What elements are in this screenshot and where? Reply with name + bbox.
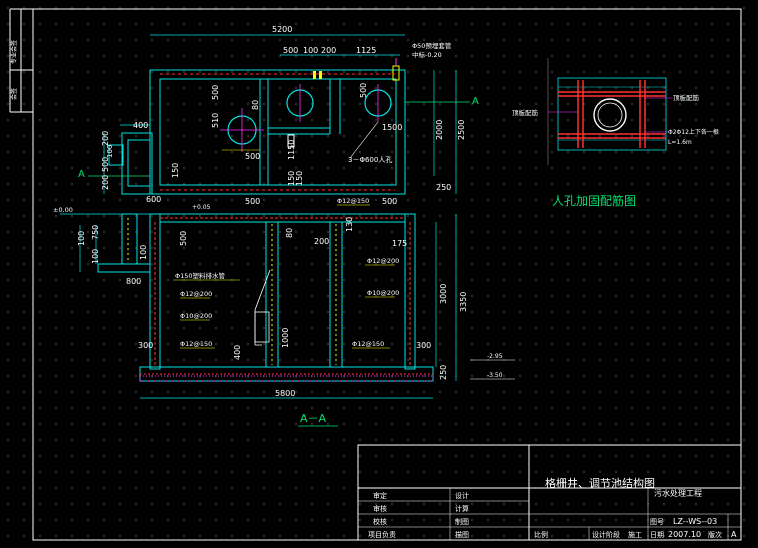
section-dim-750: 750 — [91, 225, 100, 240]
section-dim-5800: 5800 — [275, 389, 295, 398]
plan-dim-seg2: 100 — [303, 46, 318, 55]
detail-label-right: 顶板配筋 — [673, 93, 700, 102]
section-elev-b: -2.95 — [487, 353, 503, 360]
plan-dim-total: 5200 — [272, 25, 292, 34]
plan-pipe-note2: 中标-0.20 — [412, 50, 442, 59]
plan-dim-80: 80 — [251, 100, 260, 110]
tb-row-left-3: 项目负责 — [368, 530, 396, 539]
side-strip-label-2: 会签 — [10, 88, 18, 100]
plan-dim-500b: 500 — [359, 83, 368, 98]
plan-dim-1150: 1150 — [287, 140, 296, 160]
section-elev-top: ±0.00 — [53, 206, 73, 214]
section-dim-300: 300 — [138, 341, 153, 350]
section-pipe-label: Φ150塑料排水管 — [175, 271, 226, 280]
section-elev-a: +0.05 — [192, 204, 211, 211]
section-dim-800: 800 — [126, 277, 141, 286]
tb-row-left-0: 审定 — [373, 491, 387, 500]
section-rebar-7: Φ12@200 — [367, 257, 399, 265]
tb-row-mid-2: 制图 — [455, 517, 469, 526]
section-mark-left: A — [78, 169, 85, 180]
title-block: 审定 审核 校核 项目负责 设计 计算 制图 描图 格栅井、调节池结构图 污水处… — [357, 444, 742, 541]
plan-dim-seg4: 1125 — [356, 46, 376, 55]
plan-dim-500-left: 500 — [101, 157, 110, 172]
tb-drawing-title: 格栅井、调节池结构图 — [545, 476, 655, 490]
section-rebar-5: Φ12@150 — [180, 340, 212, 348]
plan-dim-500c: 500 — [245, 152, 260, 161]
tb-row-mid-3: 描图 — [455, 530, 469, 539]
plan-dim-width-outer: 2500 — [457, 120, 466, 140]
plan-manhole-note: 3－Φ600人孔 — [348, 156, 392, 164]
detail-label-left: 顶板配筋 — [512, 108, 539, 117]
tb-drawing-no-label: 图号 — [650, 518, 664, 526]
plan-dim-150c: 150 — [295, 171, 304, 186]
plan-pipe-note: Φ50预埋套管 — [412, 41, 452, 50]
section-dim-500c: 500 — [179, 231, 188, 246]
section-rebar-6: Φ12@150 — [352, 340, 384, 348]
side-strip-label-1: 专业会签 — [10, 40, 18, 64]
plan-view: 5200 500 100 200 1125 Φ50预埋套管 中标-0.20 25… — [78, 25, 479, 195]
section-dim-1000: 1000 — [281, 328, 290, 348]
tb-scale-label: 比例 — [534, 530, 548, 539]
section-rebar-4: Φ10@200 — [180, 312, 212, 320]
plan-dim-200: 200 — [101, 131, 110, 146]
section-dim-100: 100 — [77, 231, 86, 246]
plan-dim-seg3: 200 — [321, 46, 336, 55]
cad-drawing-canvas: 专业会签 会签 5200 500 100 200 1125 Φ50预埋套管 中标… — [0, 0, 758, 548]
section-rebar-top: Φ12@150 — [337, 197, 369, 205]
plan-dim-400: 400 — [133, 121, 148, 130]
tb-stage: 施工 — [628, 530, 642, 539]
plan-dim-100: 100 — [106, 145, 114, 158]
tb-project: 污水处理工程 — [654, 488, 702, 498]
section-dim-3350: 3350 — [459, 292, 468, 312]
plan-dim-510: 510 — [211, 113, 220, 128]
section-dim-175: 175 — [392, 239, 407, 248]
section-dim-250: 250 — [439, 365, 448, 380]
section-elev-c: -3.50 — [487, 372, 503, 379]
plan-dim-width-inner: 2000 — [435, 120, 444, 140]
tb-row-left-1: 审核 — [373, 504, 387, 513]
detail-title: 人孔加固配筋图 — [552, 193, 636, 208]
section-dim-200: 200 — [314, 237, 329, 246]
plan-dim-500a: 500 — [211, 85, 220, 100]
tb-drawing-no: LZ--WS--03 — [673, 517, 717, 526]
section-dim-300b: 300 — [416, 341, 431, 350]
tb-version-label: 版次 — [708, 530, 722, 539]
section-dim-130: 130 — [345, 217, 354, 232]
plan-dim-200b: 200 — [101, 175, 110, 190]
tb-date-label: 日期 — [650, 531, 664, 539]
section-dim-500b: 500 — [382, 197, 397, 206]
plan-dim-250: 250 — [436, 183, 451, 192]
plan-dim-1500: 1500 — [382, 123, 402, 132]
section-dim-80: 80 — [285, 228, 294, 238]
section-dim-100c: 100 — [139, 245, 148, 260]
drawing-border — [32, 8, 742, 541]
section-view: 600 500 500 ±0.00 +0.05 Φ12@150 500 80 2… — [53, 195, 515, 427]
drawing-svg: 专业会签 会签 5200 500 100 200 1125 Φ50预埋套管 中标… — [9, 8, 742, 541]
section-dim-400: 400 — [233, 345, 242, 360]
detail-label-bar: Φ2Φ12上下各一根 — [668, 128, 719, 136]
section-rebar-2: Φ12@200 — [180, 290, 212, 298]
section-title: A－A — [300, 412, 327, 425]
section-mark-right: A — [472, 96, 479, 107]
manhole-detail: 顶板配筋 顶板配筋 Φ2Φ12上下各一根 L=1.6m 人孔加固配筋图 — [512, 58, 719, 208]
detail-label-length: L=1.6m — [668, 139, 692, 146]
plan-dim-seg1: 500 — [283, 46, 298, 55]
tb-stage-label: 设计阶段 — [592, 530, 620, 539]
tb-row-mid-0: 设计 — [455, 491, 469, 500]
tb-row-left-2: 校核 — [373, 517, 387, 526]
plan-dim-150: 150 — [171, 163, 180, 178]
tb-date: 2007.10 — [668, 530, 701, 539]
section-dim-600: 600 — [146, 195, 161, 204]
tb-version: A — [731, 530, 737, 539]
section-dim-500: 500 — [245, 197, 260, 206]
tb-row-mid-1: 计算 — [455, 504, 469, 513]
section-dim-3000: 3000 — [439, 284, 448, 304]
section-rebar-8: Φ10@200 — [367, 289, 399, 297]
section-dim-100b: 100 — [91, 249, 100, 264]
